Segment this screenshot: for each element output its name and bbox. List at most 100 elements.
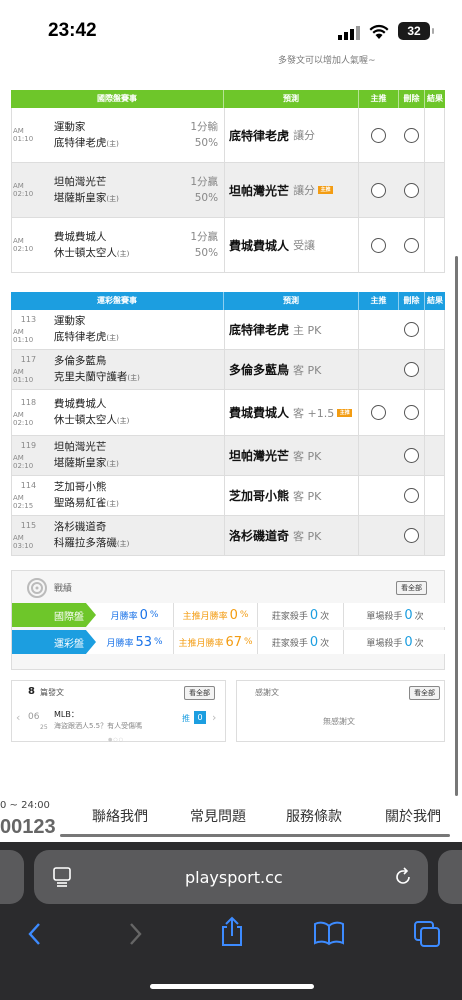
zhuang-count: 0 — [309, 634, 319, 650]
post-day: 25 — [40, 724, 48, 731]
back-icon[interactable] — [24, 920, 46, 948]
result-cell — [424, 163, 444, 217]
header-prediction: 預測 — [224, 292, 359, 310]
monthly-rate: 53 — [135, 634, 152, 650]
monthly-rate: 0 — [139, 607, 148, 623]
pick-type: 受讓 — [293, 239, 316, 252]
reader-mode-icon[interactable] — [52, 866, 72, 888]
home-team: 底特律老虎 — [53, 136, 107, 149]
game-number: 119 — [20, 441, 37, 450]
thanks-view-all-button[interactable]: 看全部 — [409, 686, 440, 700]
match-cell: 多倫多藍鳥 克里夫蘭守護者(主) — [44, 350, 224, 389]
time-cell: 117 AM 01:10 — [12, 350, 44, 389]
match-cell: 運動家 底特律老虎(主) — [44, 310, 224, 349]
footer-link-terms[interactable]: 服務條款 — [286, 806, 342, 826]
reload-icon[interactable] — [392, 866, 414, 888]
posts-box: 8 篇發文 看全部 ‹ 06 25 MLB： 海盜跟洒人5.5？有人受傷嗎 推 … — [11, 680, 226, 743]
footer-link-about[interactable]: 關於我們 — [385, 806, 441, 826]
delete-radio[interactable] — [403, 182, 419, 198]
table-row: AM 02:10 費城費城人 休士頓太空人(主) 1分贏 50% 費城費城人 受讓 — [11, 218, 445, 273]
match-cell: 坦帕灣光芒 堪薩斯皇家(主) — [44, 436, 224, 475]
result-cell — [424, 476, 444, 515]
url-text[interactable]: playsport.cc — [185, 868, 283, 887]
delete-cell — [398, 476, 424, 515]
game-number: 114 — [20, 481, 37, 490]
game-number: 115 — [20, 521, 37, 530]
next-tab-peek[interactable] — [438, 850, 462, 904]
game-time: AM 02:15 — [13, 494, 34, 510]
main-radio[interactable] — [371, 182, 387, 198]
delete-radio[interactable] — [403, 448, 419, 463]
match-cell: 芝加哥小熊 聖路易紅雀(主) — [44, 476, 224, 515]
next-arrow-icon[interactable]: › — [212, 711, 216, 724]
result-cell — [424, 516, 444, 555]
unit: 次 — [320, 611, 330, 622]
main-cell — [358, 218, 398, 272]
main-radio[interactable] — [371, 127, 387, 143]
table-row: 115 AM 03:10 洛杉磯道奇 科羅拉多落磯(主) 洛杉磯道奇 客 PK — [11, 516, 445, 556]
home-team: 堪薩斯皇家 — [53, 457, 107, 469]
result-cell — [424, 218, 444, 272]
delete-radio[interactable] — [403, 528, 419, 543]
record-view-all-button[interactable]: 看全部 — [396, 581, 427, 595]
pager-dots: ●○○ — [108, 737, 125, 743]
post-category[interactable]: MLB： — [54, 709, 79, 720]
table-row: AM 02:10 坦帕灣光芒 堪薩斯皇家(主) 1分贏 50% 坦帕灣光芒 讓分 … — [11, 163, 445, 218]
prev-tab-peek[interactable] — [0, 850, 24, 904]
match-cell: 費城費城人 休士頓太空人(主) — [44, 390, 224, 435]
prediction-cell: 底特律老虎 讓分 — [224, 108, 358, 162]
single-count: 0 — [404, 634, 413, 650]
header-delete: 刪除 — [399, 90, 425, 108]
delete-radio[interactable] — [403, 405, 419, 420]
flag-badge-icon: 主推 — [337, 408, 353, 417]
tabs-icon[interactable] — [413, 920, 441, 948]
prev-arrow-icon[interactable]: ‹ — [16, 711, 20, 724]
pick-team: 底特律老虎 — [229, 323, 290, 337]
header-matches: 國際盤賽事 — [11, 90, 224, 108]
pick-team: 費城費城人 — [229, 406, 290, 420]
pick-type: 客 PK — [293, 449, 322, 463]
main-radio[interactable] — [371, 237, 387, 253]
result-score: 1分輸 — [190, 121, 219, 133]
unit: 次 — [414, 638, 424, 649]
result-cell — [424, 310, 444, 349]
footer-link-contact[interactable]: 聯絡我們 — [92, 806, 148, 826]
unit: % — [149, 610, 159, 620]
game-time: AM 02:10 — [13, 411, 34, 427]
delete-radio[interactable] — [403, 322, 419, 337]
table-row: 113 AM 01:10 運動家 底特律老虎(主) 底特律老虎 主 PK — [11, 310, 445, 350]
home-mark: (主) — [106, 139, 119, 148]
game-time: AM 02:10 — [13, 182, 34, 198]
prediction-cell: 坦帕灣光芒 讓分 主推 — [224, 163, 358, 217]
pick-type: 讓分 — [293, 129, 316, 142]
main-cell — [358, 163, 398, 217]
bookmarks-icon[interactable] — [313, 920, 345, 946]
home-team: 科羅拉多落磯 — [53, 537, 117, 549]
posts-view-all-button[interactable]: 看全部 — [184, 686, 215, 700]
delete-radio[interactable] — [403, 362, 419, 377]
horizontal-scrollbar[interactable] — [60, 834, 450, 837]
pick-team: 芝加哥小熊 — [229, 489, 290, 503]
main-label: 主推月勝率 — [178, 638, 224, 649]
pick-type: 客 PK — [293, 529, 322, 543]
forward-icon[interactable] — [124, 920, 146, 948]
header-result: 結果 — [427, 94, 443, 103]
home-mark: (主) — [106, 460, 119, 468]
monthly-label: 月勝率 — [110, 611, 138, 622]
share-icon[interactable] — [218, 916, 246, 948]
post-text[interactable]: 海盜跟洒人5.5？有人受傷嗎 — [54, 721, 142, 731]
delete-radio[interactable] — [403, 127, 419, 143]
game-number: 117 — [20, 355, 37, 364]
delete-radio[interactable] — [403, 237, 419, 253]
footer-link-faq[interactable]: 常見問題 — [190, 806, 246, 826]
vertical-scrollbar[interactable] — [455, 256, 458, 796]
main-radio[interactable] — [371, 405, 387, 420]
delete-cell — [398, 516, 424, 555]
time-cell: AM 02:10 — [12, 163, 44, 217]
result-pct: 50% — [194, 192, 219, 204]
delete-radio[interactable] — [403, 488, 419, 503]
table-row: 117 AM 01:10 多倫多藍鳥 克里夫蘭守護者(主) 多倫多藍鳥 客 PK — [11, 350, 445, 390]
thanks-empty: 無感謝文 — [323, 717, 355, 726]
pick-type: 客 +1.5 — [293, 406, 335, 420]
game-result: 1分贏 50% — [156, 218, 224, 272]
